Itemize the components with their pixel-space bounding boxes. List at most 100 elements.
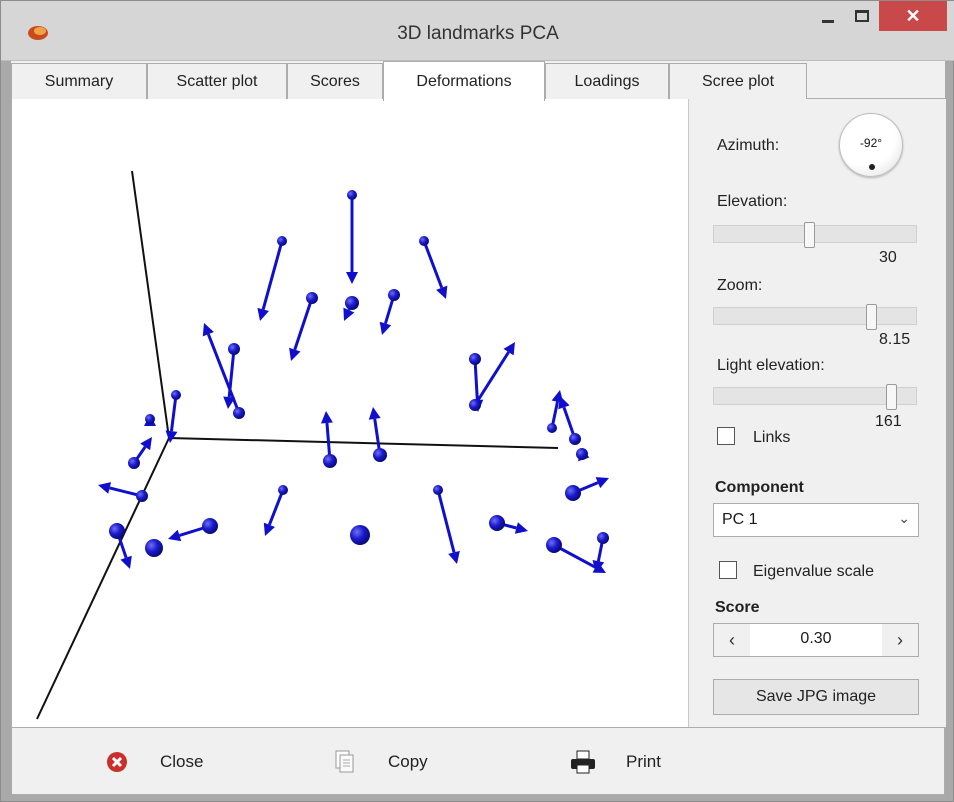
zoom-slider[interactable]	[713, 304, 917, 330]
vector-arrowhead	[168, 529, 182, 542]
tab-bar: Summary Scatter plot Scores Deformations…	[11, 61, 945, 101]
landmark-point	[597, 532, 609, 544]
landmark-vector	[98, 482, 148, 502]
vector-arrowhead	[368, 407, 381, 420]
save-jpg-button[interactable]: Save JPG image	[713, 679, 919, 715]
vector-arrowhead	[257, 307, 269, 321]
maximize-button[interactable]	[845, 1, 879, 31]
tab-label: Scores	[310, 72, 360, 90]
elevation-value: 30	[879, 249, 897, 266]
tab-content: Azimuth: -92° Elevation: 30 Zoom: 8.15 L…	[11, 99, 946, 727]
tab-deformations[interactable]: Deformations	[383, 61, 545, 101]
axis-line	[168, 437, 559, 449]
close-icon: ✕	[905, 5, 921, 26]
zoom-slider-thumb[interactable]	[866, 304, 877, 330]
tab-summary[interactable]: Summary	[11, 63, 147, 99]
bottom-toolbar: Close Copy Print	[11, 727, 945, 795]
vector-shaft	[170, 394, 178, 432]
landmark-point	[489, 515, 505, 531]
print-label: Print	[626, 752, 661, 771]
landmark-point	[546, 537, 562, 553]
landmark-point	[136, 490, 148, 502]
vector-shaft	[267, 489, 285, 526]
score-decrement-button[interactable]: ‹	[714, 624, 750, 656]
tab-label: Loadings	[574, 72, 640, 90]
landmark-point	[419, 236, 429, 246]
landmark-point	[171, 390, 181, 400]
vector-shaft	[422, 240, 444, 289]
copy-icon	[332, 749, 358, 775]
3d-viewport[interactable]	[12, 99, 688, 727]
component-select[interactable]: PC 1 ⌄	[713, 503, 919, 537]
maximize-icon	[855, 10, 869, 22]
vector-shaft	[293, 297, 314, 351]
elevation-slider[interactable]	[713, 222, 917, 248]
vector-arrowhead	[448, 550, 460, 564]
landmark-vector	[368, 407, 387, 462]
light-elevation-slider[interactable]	[713, 384, 917, 410]
eigenvalue-scale-label: Eigenvalue scale	[753, 563, 874, 580]
light-elevation-label: Light elevation:	[717, 357, 825, 374]
landmark-point	[145, 539, 163, 557]
print-button[interactable]: Print	[570, 728, 661, 796]
landmark-point	[345, 296, 359, 310]
elevation-slider-thumb[interactable]	[804, 222, 815, 248]
elevation-label: Elevation:	[717, 193, 788, 210]
tab-label: Scatter plot	[176, 72, 258, 90]
landmark-point	[547, 423, 557, 433]
landmark-vector	[565, 477, 609, 501]
landmark-point	[569, 433, 581, 445]
landmark-point	[388, 289, 400, 301]
tab-label: Deformations	[416, 72, 512, 90]
chevron-down-icon: ⌄	[898, 510, 910, 526]
landmark-vector	[346, 190, 358, 284]
landmark-vector	[263, 485, 288, 536]
vector-shaft	[261, 240, 284, 310]
azimuth-dial[interactable]: -92°	[839, 113, 903, 177]
landmark-vector	[379, 289, 400, 335]
landmark-point	[202, 518, 218, 534]
landmark-point	[433, 485, 443, 495]
links-label: Links	[753, 429, 791, 446]
landmark-vector	[202, 323, 245, 419]
eigenvalue-scale-checkbox[interactable]	[719, 561, 737, 579]
vector-arrowhead	[346, 272, 358, 284]
vector-arrowhead	[120, 555, 132, 569]
landmark-point	[228, 343, 240, 355]
minimize-icon	[822, 19, 834, 23]
light-elevation-slider-thumb[interactable]	[886, 384, 897, 410]
copy-button[interactable]: Copy	[332, 728, 428, 796]
landmark-vector	[289, 292, 318, 361]
close-button[interactable]: Close	[104, 728, 203, 796]
score-stepper[interactable]: ‹ 0.30 ›	[713, 623, 919, 657]
landmark-point	[469, 353, 481, 365]
chevron-right-icon: ›	[897, 629, 903, 650]
close-window-button[interactable]: ✕	[879, 1, 947, 31]
vector-arrowhead	[98, 482, 112, 494]
landmark-point	[145, 414, 155, 424]
score-label: Score	[715, 599, 760, 616]
landmark-vector	[109, 523, 132, 569]
tab-scores[interactable]: Scores	[287, 63, 383, 99]
links-checkbox[interactable]	[717, 427, 735, 445]
landmark-point	[576, 448, 588, 460]
landmark-vector	[165, 390, 181, 443]
score-value[interactable]: 0.30	[750, 630, 882, 648]
deformation-scene[interactable]	[12, 99, 688, 727]
score-increment-button[interactable]: ›	[882, 624, 918, 656]
tab-scree-plot[interactable]: Scree plot	[669, 63, 807, 99]
close-circle-icon	[104, 749, 130, 775]
title-bar: 3D landmarks PCA ✕	[1, 1, 954, 61]
tab-label: Scree plot	[701, 72, 775, 90]
tab-loadings[interactable]: Loadings	[545, 63, 669, 99]
landmark-point	[306, 292, 318, 304]
tab-scatter-plot[interactable]: Scatter plot	[147, 63, 287, 99]
vector-arrowhead	[379, 321, 392, 335]
landmark-vector	[547, 390, 564, 433]
landmark-vector	[257, 236, 287, 321]
vector-arrowhead	[514, 522, 528, 534]
landmark-vector	[168, 518, 218, 542]
dial-marker-icon	[869, 164, 875, 170]
minimize-button[interactable]	[811, 1, 845, 31]
landmark-vector	[433, 485, 460, 564]
